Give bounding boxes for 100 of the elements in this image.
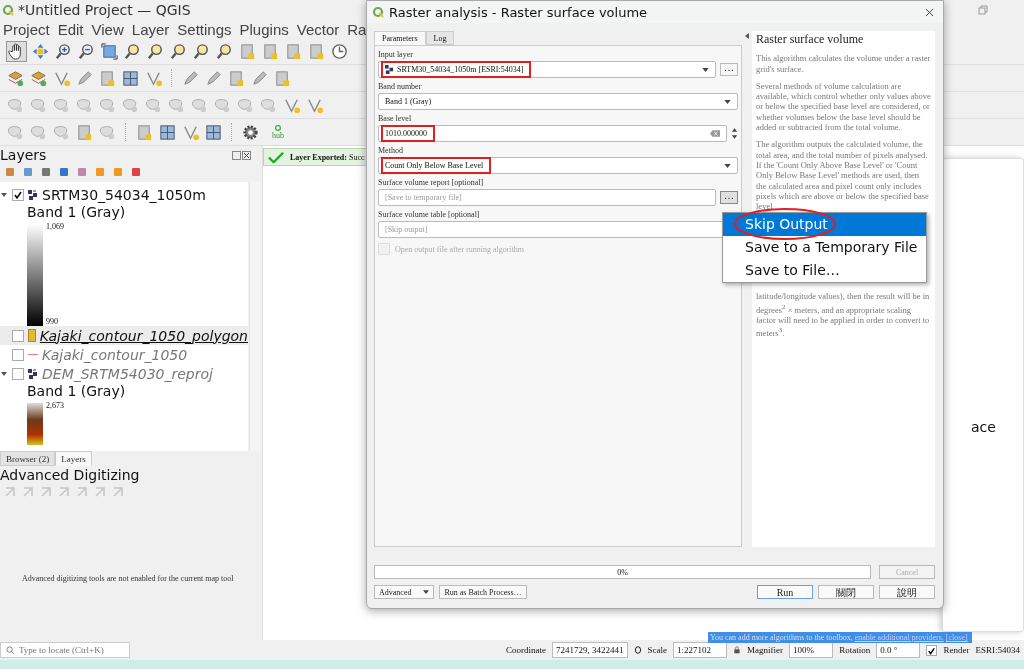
document-icon[interactable] bbox=[284, 41, 303, 61]
info-message: Advanced digitizing tools are not enabled for the current map tool bbox=[21, 574, 235, 583]
magnifier-icon[interactable] bbox=[215, 41, 234, 61]
close-icon[interactable] bbox=[925, 7, 934, 17]
digitizing-tool-icon[interactable] bbox=[22, 486, 34, 498]
help-paragraph: latitude/longitude values), then the result will be in degrees$^{2}$ × meters, and an appropriate scaling factor will need to be applied in order to convert to meters$^{3}$. bbox=[756, 291, 931, 339]
layer-checkbox[interactable] bbox=[12, 329, 24, 342]
move-icon[interactable] bbox=[31, 41, 50, 61]
dropdown[interactable]: SRTM30_54034_1050m [ESRI:54034] bbox=[378, 61, 716, 78]
menu-option[interactable]: Skip Output bbox=[723, 213, 926, 236]
magnifier-label: Magnifier bbox=[746, 645, 783, 655]
hand-icon[interactable] bbox=[6, 40, 27, 62]
help-paragraph: Several methods of volume calculation are available, which control whether only values above or below the specified base level are considered, or whether volumes below the base level should be added or subtracted from the total volume. bbox=[756, 80, 931, 133]
gear-icon[interactable] bbox=[241, 122, 260, 142]
field-value: Count Only Below Base Level bbox=[385, 161, 484, 170]
layer-tool-icon[interactable] bbox=[130, 166, 142, 178]
grid-icon[interactable] bbox=[158, 122, 177, 142]
menu-item[interactable]: Vector bbox=[296, 20, 340, 38]
locator-field[interactable]: Type to locate (Ctrl+K) bbox=[0, 642, 130, 658]
spin-arrows-icon[interactable] bbox=[731, 127, 738, 140]
browse-button[interactable]: … bbox=[720, 63, 738, 76]
digitizing-tool-icon[interactable] bbox=[40, 486, 52, 498]
close-icon[interactable] bbox=[232, 150, 252, 160]
clock-icon[interactable] bbox=[330, 41, 349, 61]
grid-icon[interactable] bbox=[121, 68, 140, 88]
coordinate-field[interactable]: 7241729, 3422441 bbox=[552, 642, 628, 658]
dropdown[interactable]: Count Only Below Base Level bbox=[378, 157, 738, 174]
layer-checkbox[interactable] bbox=[12, 348, 24, 361]
layer-name[interactable]: DEM_SRTM54030_reproj bbox=[42, 365, 213, 382]
menu-item[interactable]: Edit bbox=[57, 20, 84, 38]
magnifier-icon[interactable] bbox=[169, 41, 188, 61]
menu-item[interactable]: Ra bbox=[347, 20, 367, 38]
document-icon[interactable] bbox=[261, 41, 280, 61]
extent-icon[interactable] bbox=[100, 41, 119, 61]
magnifier-icon[interactable] bbox=[146, 41, 165, 61]
layer-tool-icon[interactable] bbox=[58, 166, 70, 178]
batch-button[interactable]: Run as Batch Process… bbox=[439, 585, 527, 599]
dialog-tab[interactable]: Parameters bbox=[374, 31, 426, 45]
layer-tool-icon[interactable] bbox=[40, 166, 52, 178]
digitizing-tool-icon[interactable] bbox=[4, 486, 16, 498]
digitizing-tool-icon[interactable] bbox=[58, 486, 70, 498]
crs-label[interactable]: ESRI:54034 bbox=[975, 645, 1020, 655]
grid-icon[interactable] bbox=[204, 122, 223, 142]
mouse-icon[interactable] bbox=[633, 644, 642, 656]
layer-checkbox[interactable] bbox=[12, 367, 24, 380]
document-icon[interactable] bbox=[227, 68, 246, 88]
scale-dropdown[interactable]: 1:227102 bbox=[672, 642, 728, 658]
menu-item[interactable]: Layer bbox=[131, 20, 170, 38]
dialog-button[interactable]: 說明 bbox=[879, 585, 935, 599]
document-icon[interactable] bbox=[273, 68, 292, 88]
field-value: SRTM30_54034_1050m [ESRI:54034] bbox=[397, 65, 524, 74]
collapse-arrow-icon[interactable] bbox=[745, 33, 749, 39]
parameter-label: Band number bbox=[378, 82, 423, 92]
layer-tool-icon[interactable] bbox=[4, 166, 16, 178]
digitizing-tool-icon[interactable] bbox=[94, 486, 106, 498]
menu-item[interactable]: View bbox=[91, 20, 124, 38]
layer-tool-icon[interactable] bbox=[76, 166, 88, 178]
pencil-icon[interactable] bbox=[181, 68, 200, 88]
dropdown[interactable]: Band 1 (Gray) bbox=[378, 93, 738, 110]
magnifier-icon[interactable] bbox=[123, 41, 142, 61]
layer-checkbox[interactable] bbox=[12, 188, 24, 201]
number-field[interactable]: 1010.000000 bbox=[378, 125, 727, 142]
menu-option[interactable]: Save to File… bbox=[723, 259, 926, 282]
zoom-out-icon[interactable] bbox=[77, 41, 96, 61]
scale-label: Scale bbox=[647, 645, 667, 655]
pencil-icon[interactable] bbox=[204, 68, 223, 88]
expand-arrow-icon[interactable] bbox=[0, 191, 8, 198]
dialog-button[interactable]: 關閉 bbox=[818, 585, 874, 599]
zoom-in-icon[interactable] bbox=[54, 41, 73, 61]
scrollbar[interactable] bbox=[249, 182, 260, 451]
lock-icon[interactable] bbox=[733, 644, 741, 656]
pencil-icon[interactable] bbox=[75, 68, 94, 88]
menu-item[interactable]: Plugins bbox=[239, 20, 289, 38]
dialog-tab[interactable]: Log bbox=[425, 31, 455, 45]
document-icon[interactable] bbox=[75, 122, 94, 142]
panel-tab[interactable]: Layers bbox=[55, 451, 92, 466]
panel-tab[interactable]: Browser (2) bbox=[0, 451, 56, 466]
restore-icon[interactable] bbox=[978, 5, 988, 15]
dialog-button[interactable]: Run bbox=[757, 585, 813, 599]
layer-icon[interactable] bbox=[6, 68, 25, 88]
layer-tool-icon[interactable] bbox=[112, 166, 124, 178]
layer-icon[interactable] bbox=[29, 68, 48, 88]
magnifier-icon[interactable] bbox=[192, 41, 211, 61]
menu-item[interactable]: Settings bbox=[177, 20, 232, 38]
layer-name[interactable]: SRTM30_54034_1050m bbox=[42, 186, 206, 203]
digitizing-tool-icon[interactable] bbox=[76, 486, 88, 498]
expand-arrow-icon[interactable] bbox=[0, 370, 8, 377]
advanced-button[interactable]: Advanced bbox=[374, 585, 435, 599]
menu-item[interactable]: Project bbox=[3, 20, 50, 38]
parameter-label: Base level bbox=[378, 114, 413, 124]
digitizing-tool-icon[interactable] bbox=[112, 486, 124, 498]
pencil-icon[interactable] bbox=[250, 68, 269, 88]
panel-title: Layers bbox=[0, 147, 47, 163]
layer-name[interactable]: Kajaki_contour_1050 bbox=[42, 346, 188, 363]
field-value: 1010.000000 bbox=[385, 129, 427, 138]
browse-button[interactable]: … bbox=[720, 191, 738, 204]
clear-icon[interactable] bbox=[710, 130, 720, 137]
render-checkbox[interactable] bbox=[926, 644, 938, 656]
layer-tool-icon[interactable] bbox=[22, 166, 34, 178]
layer-tool-icon[interactable] bbox=[94, 166, 106, 178]
